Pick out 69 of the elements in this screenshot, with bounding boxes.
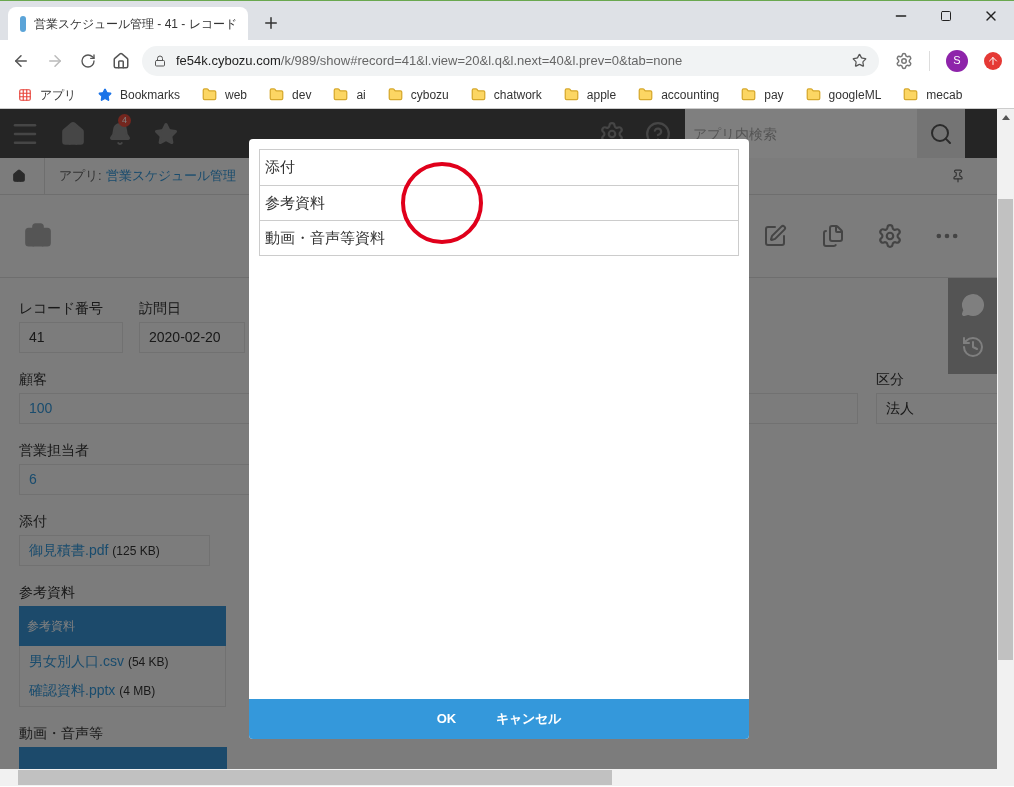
document-copy-icon[interactable] xyxy=(821,224,845,248)
bookmark[interactable]: apple xyxy=(555,82,625,107)
new-tab-icon[interactable] xyxy=(262,14,280,32)
bookmark[interactable]: cybozu xyxy=(379,82,457,107)
bookmark[interactable]: web xyxy=(194,82,256,107)
folder-icon xyxy=(387,87,403,102)
bell-icon[interactable] xyxy=(108,121,132,146)
address-bar[interactable]: fe54k.cybozu.com/k/989/show#record=41&l.view=20&l.q&l.next=40&l.prev=0&tab=none xyxy=(142,45,879,76)
bookmark[interactable]: dev xyxy=(261,82,320,107)
folder-icon xyxy=(333,87,349,102)
search-icon xyxy=(929,121,953,146)
browser-tab[interactable]: 営業スケジュール管理 - 41 - レコード xyxy=(8,7,248,40)
field-label: レコード番号 xyxy=(19,298,104,318)
bookmark[interactable]: accounting xyxy=(630,82,728,107)
bookmark[interactable]: アプリ xyxy=(10,82,84,107)
upload-icon[interactable] xyxy=(984,51,1002,70)
bookmark[interactable]: mecab xyxy=(895,82,971,107)
tab-title: 営業スケジュール管理 - 41 - レコード xyxy=(34,15,237,33)
dialog-list-item[interactable]: 参考資料 xyxy=(260,185,738,220)
profile-avatar[interactable]: S xyxy=(946,49,968,72)
folder-icon xyxy=(269,87,285,102)
field-label: 営業担当者 xyxy=(19,440,90,460)
folder-icon xyxy=(638,87,654,102)
star-icon[interactable] xyxy=(852,53,867,68)
scrollbar-thumb[interactable] xyxy=(18,770,612,785)
field-label: 顧客 xyxy=(19,369,48,389)
file-size: (125 KB) xyxy=(112,542,160,560)
scrollbar-thumb[interactable] xyxy=(998,199,1013,660)
pin-icon[interactable] xyxy=(951,169,965,183)
star-icon[interactable] xyxy=(154,121,178,146)
bookmark[interactable]: Bookmarks xyxy=(90,82,189,107)
home-icon[interactable] xyxy=(12,169,26,183)
home-icon[interactable] xyxy=(112,51,130,70)
history-icon[interactable] xyxy=(960,335,985,359)
url-text: fe54k.cybozu.com/k/989/show#record=41&l.view=20&l.q&l.next=40&l.prev=0&tab=none xyxy=(176,51,684,70)
folder-icon xyxy=(805,87,821,102)
breadcrumb-prefix: アプリ: xyxy=(59,167,102,186)
field-label: 動画・音声等 xyxy=(19,723,103,743)
bookmark[interactable]: googleML xyxy=(797,82,890,107)
speech-bubble-icon[interactable] xyxy=(960,293,985,317)
edit-icon[interactable] xyxy=(763,224,787,248)
briefcase-icon[interactable] xyxy=(24,222,52,250)
bookmark[interactable]: ai xyxy=(325,82,374,107)
maximize-icon[interactable] xyxy=(940,10,952,22)
field-value: 2020-02-20 xyxy=(139,322,245,353)
bookmark[interactable]: chatwork xyxy=(462,82,550,107)
app-favicon-icon xyxy=(20,15,26,32)
file-size: (54 KB) xyxy=(127,653,169,671)
field-label: 添付 xyxy=(19,511,48,531)
folder-icon xyxy=(563,87,579,102)
field-value: 41 xyxy=(19,322,123,353)
file-size: (4 MB) xyxy=(119,682,156,700)
folder-icon xyxy=(741,87,757,102)
folder-icon xyxy=(470,87,486,102)
apps-grid-icon xyxy=(18,87,32,102)
field-label: 訪問日 xyxy=(139,298,182,318)
star-icon xyxy=(98,87,112,102)
folder-icon xyxy=(202,87,218,102)
dialog-list-item[interactable]: 動画・音声等資料 xyxy=(260,220,738,255)
field-label: 参考資料 xyxy=(19,582,76,602)
search-button[interactable] xyxy=(917,109,965,158)
folder-icon xyxy=(903,87,919,102)
scroll-up-arrow-icon[interactable] xyxy=(1001,115,1010,120)
bookmark[interactable]: pay xyxy=(733,82,792,107)
lock-icon xyxy=(154,54,166,67)
notification-badge: 4 xyxy=(118,113,131,127)
reload-icon[interactable] xyxy=(80,52,96,69)
field-label: 区分 xyxy=(876,369,905,389)
table-header: 参考資料 xyxy=(19,606,226,646)
